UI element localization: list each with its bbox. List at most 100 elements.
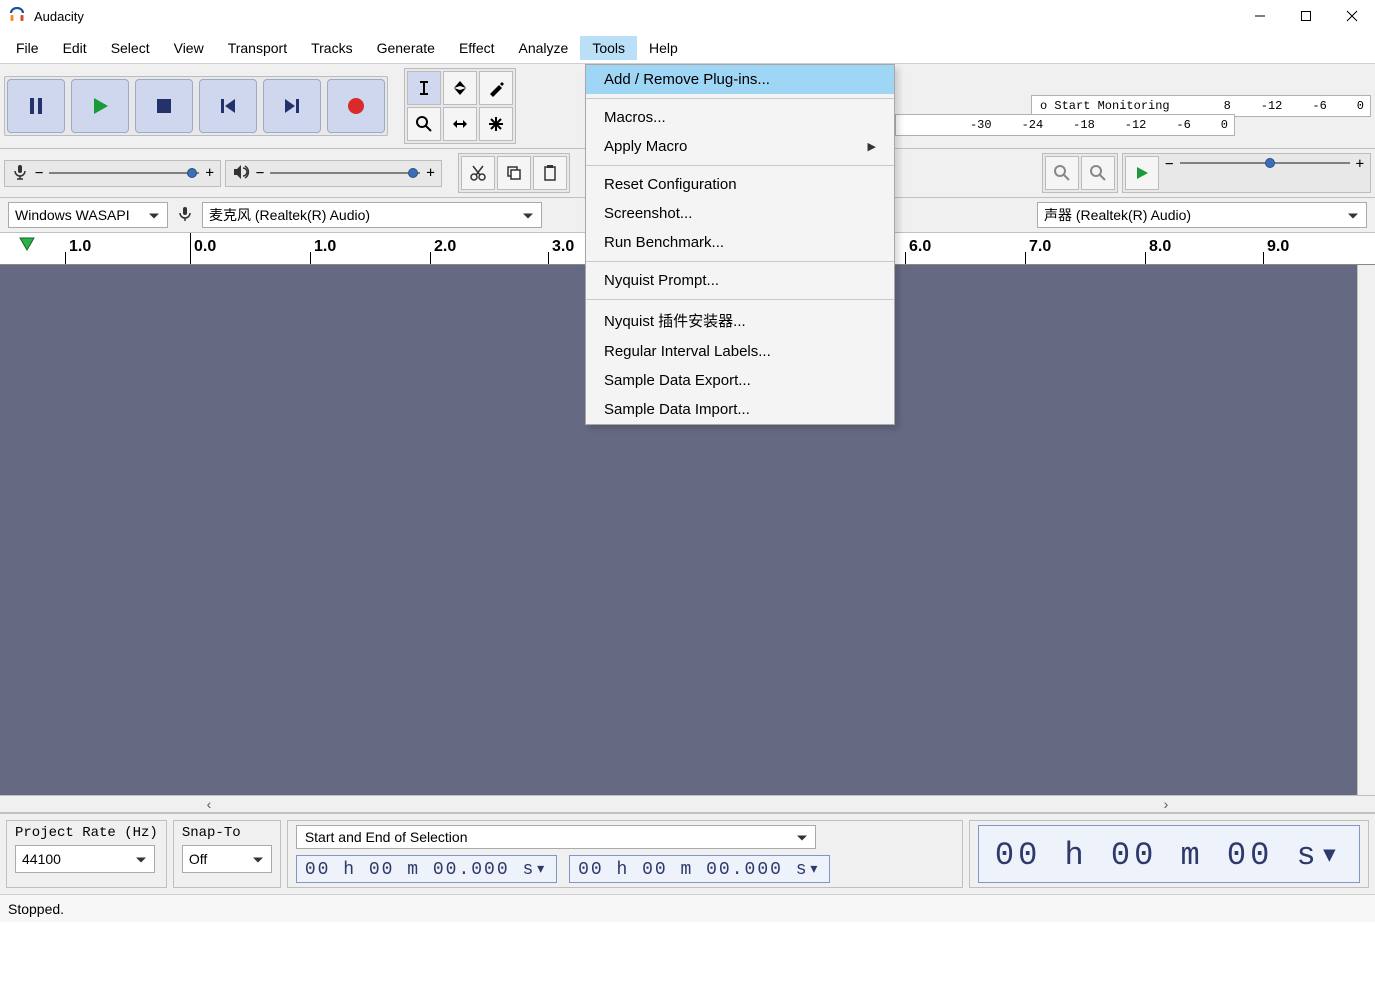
- selection-end-readout[interactable]: 00 h 00 m 00.000 s▾: [569, 855, 830, 883]
- menu-effect[interactable]: Effect: [447, 36, 507, 60]
- pause-button[interactable]: [7, 79, 65, 133]
- envelope-tool[interactable]: [443, 71, 477, 105]
- record-device-select[interactable]: 麦克风 (Realtek(R) Audio): [202, 202, 542, 228]
- menu-item-label: Add / Remove Plug-ins...: [604, 71, 770, 88]
- cut-button[interactable]: [461, 156, 495, 190]
- maximize-button[interactable]: [1283, 0, 1329, 32]
- menu-item-nyquist-prompt[interactable]: Nyquist Prompt...: [586, 266, 894, 295]
- timeline-label: 3.0: [552, 238, 574, 256]
- zoom-group: [1042, 153, 1118, 193]
- menu-analyze[interactable]: Analyze: [507, 36, 581, 60]
- menu-item-label: Sample Data Import...: [604, 401, 750, 418]
- selection-start-readout[interactable]: 00 h 00 m 00.000 s▾: [296, 855, 557, 883]
- play-at-speed-button[interactable]: [1125, 156, 1159, 190]
- meter-tick: -6: [1312, 99, 1326, 113]
- paste-button[interactable]: [533, 156, 567, 190]
- skip-start-button[interactable]: [199, 79, 257, 133]
- menu-item-nyquist[interactable]: Nyquist 插件安装器...: [586, 304, 894, 337]
- zoom-tool[interactable]: [407, 107, 441, 141]
- zoom-out-button[interactable]: [1081, 156, 1115, 190]
- menu-item-reset-configuration[interactable]: Reset Configuration: [586, 170, 894, 199]
- playback-device-value: 声器 (Realtek(R) Audio): [1044, 205, 1191, 225]
- menu-file[interactable]: File: [4, 36, 51, 60]
- meter-tick: -24: [1022, 118, 1044, 132]
- meter-tick: -12: [1261, 99, 1283, 113]
- menu-generate[interactable]: Generate: [365, 36, 447, 60]
- menubar: FileEditSelectViewTransportTracksGenerat…: [0, 32, 1375, 64]
- timeline-tick: [1263, 252, 1264, 264]
- speed-plus: +: [1352, 156, 1368, 190]
- record-meter-hint: o Start Monitoring: [1040, 99, 1170, 113]
- timeline-tick: [905, 252, 906, 264]
- stop-button[interactable]: [135, 79, 193, 133]
- tools-grid: [404, 68, 516, 144]
- cursor-line: [190, 233, 191, 264]
- menu-select[interactable]: Select: [99, 36, 162, 60]
- audio-host-select[interactable]: Windows WASAPI: [8, 202, 168, 228]
- timeshift-tool[interactable]: [443, 107, 477, 141]
- record-volume-slider[interactable]: [49, 166, 199, 180]
- timeline-tick: [1025, 252, 1026, 264]
- draw-tool[interactable]: [479, 71, 513, 105]
- menu-item-screenshot[interactable]: Screenshot...: [586, 199, 894, 228]
- menu-tracks[interactable]: Tracks: [299, 36, 364, 60]
- menu-separator: [586, 261, 894, 262]
- menu-item-add-remove-plug-ins[interactable]: Add / Remove Plug-ins...: [586, 65, 894, 94]
- meter-tick: -6: [1176, 118, 1190, 132]
- play-speed-slider[interactable]: [1180, 156, 1350, 170]
- play-at-speed-group: − +: [1122, 153, 1371, 193]
- audio-host-value: Windows WASAPI: [15, 207, 130, 223]
- menu-help[interactable]: Help: [637, 36, 690, 60]
- menu-item-label: Run Benchmark...: [604, 234, 724, 251]
- play-vol-minus: −: [256, 165, 264, 181]
- timeline-tick: [1145, 252, 1146, 264]
- play-button[interactable]: [71, 79, 129, 133]
- menu-item-sample-data-import[interactable]: Sample Data Import...: [586, 395, 894, 424]
- copy-button[interactable]: [497, 156, 531, 190]
- selection-mode-select[interactable]: Start and End of Selection: [296, 825, 816, 849]
- menu-item-sample-data-export[interactable]: Sample Data Export...: [586, 366, 894, 395]
- menu-item-label: Apply Macro: [604, 138, 687, 155]
- snap-to-select[interactable]: Off: [182, 845, 272, 873]
- menu-item-run-benchmark[interactable]: Run Benchmark...: [586, 228, 894, 257]
- menu-item-label: Screenshot...: [604, 205, 692, 222]
- play-meter[interactable]: -30-24-18-12-60: [895, 114, 1235, 136]
- menu-transport[interactable]: Transport: [216, 36, 299, 60]
- scroll-left-arrow[interactable]: ‹: [200, 796, 218, 812]
- horizontal-scrollbar[interactable]: ‹ ›: [0, 795, 1375, 813]
- mic-icon: [11, 163, 29, 184]
- scroll-right-arrow[interactable]: ›: [1157, 796, 1175, 812]
- zoom-in-button[interactable]: [1045, 156, 1079, 190]
- menu-item-macros[interactable]: Macros...: [586, 103, 894, 132]
- project-rate-select[interactable]: 44100: [15, 845, 155, 873]
- audio-position-readout[interactable]: 00 h 00 m 00 s▾: [978, 825, 1360, 883]
- playback-device-select[interactable]: 声器 (Realtek(R) Audio): [1037, 202, 1367, 228]
- menu-edit[interactable]: Edit: [51, 36, 99, 60]
- menu-item-regular-interval-labels[interactable]: Regular Interval Labels...: [586, 337, 894, 366]
- selection-tool[interactable]: [407, 71, 441, 105]
- menu-item-label: Nyquist 插件安装器...: [604, 310, 746, 331]
- skip-end-button[interactable]: [263, 79, 321, 133]
- snap-to-label: Snap-To: [182, 825, 272, 841]
- status-text: Stopped.: [8, 901, 64, 917]
- meter-tick: -12: [1125, 118, 1147, 132]
- close-button[interactable]: [1329, 0, 1375, 32]
- app-icon: [8, 7, 26, 25]
- menu-item-apply-macro[interactable]: Apply Macro ▶: [586, 132, 894, 161]
- menu-view[interactable]: View: [162, 36, 216, 60]
- project-rate-block: Project Rate (Hz) 44100: [6, 820, 167, 888]
- rec-vol-plus: +: [205, 165, 213, 181]
- vertical-scrollbar[interactable]: [1357, 265, 1375, 795]
- timeline-tick: [65, 252, 66, 264]
- timeline-label: 8.0: [1149, 238, 1171, 256]
- speed-minus: −: [1161, 156, 1177, 190]
- multi-tool[interactable]: [479, 107, 513, 141]
- submenu-arrow-icon: ▶: [868, 140, 876, 153]
- menu-tools[interactable]: Tools: [580, 36, 637, 60]
- minimize-button[interactable]: [1237, 0, 1283, 32]
- menu-item-label: Macros...: [604, 109, 666, 126]
- playback-volume-slider[interactable]: [270, 166, 420, 180]
- timeline-label: 0.0: [194, 238, 216, 256]
- record-button[interactable]: [327, 79, 385, 133]
- selection-block: Start and End of Selection 00 h 00 m 00.…: [287, 820, 963, 888]
